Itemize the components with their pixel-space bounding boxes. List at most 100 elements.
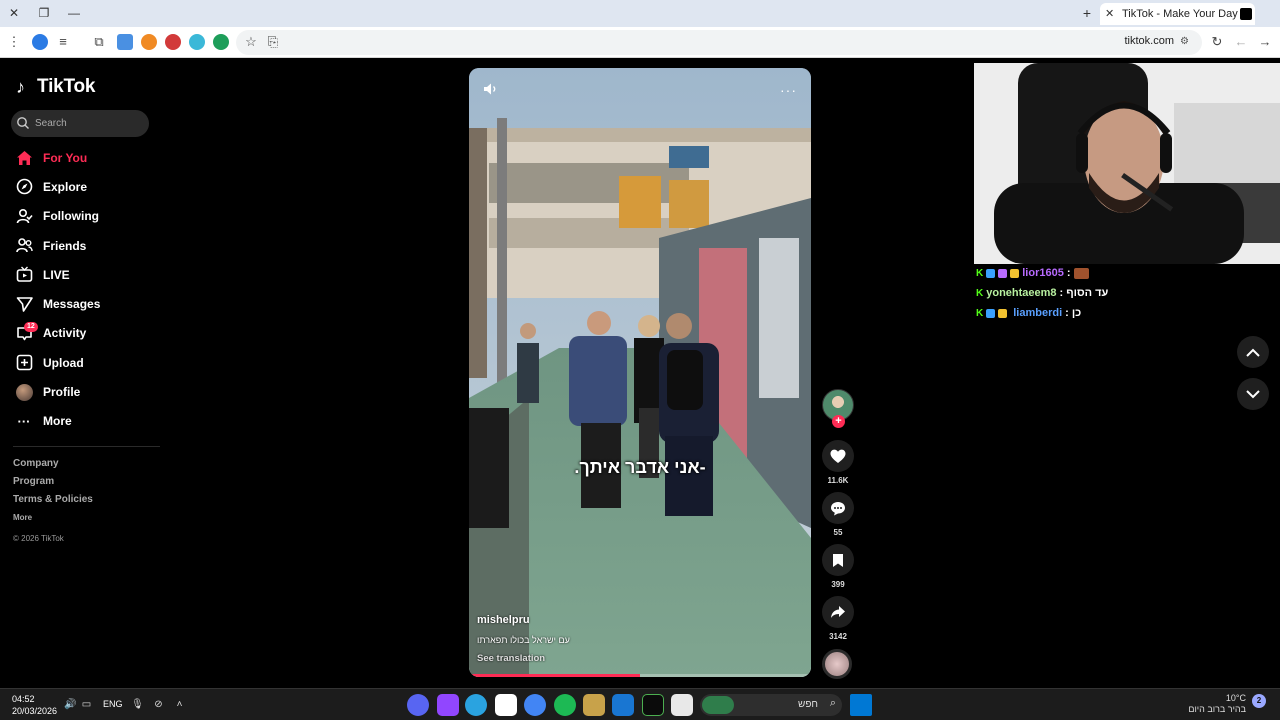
chevron-up-icon: [1246, 348, 1260, 357]
search-input[interactable]: [35, 115, 145, 132]
tiktok-logo[interactable]: ♪ TikTok: [16, 76, 95, 98]
video-progress-bar[interactable]: [472, 674, 808, 677]
microphone-tray-icon[interactable]: 🎙: [131, 698, 144, 711]
comment-icon[interactable]: [822, 492, 854, 524]
nav-activity[interactable]: 12 Activity: [15, 319, 165, 348]
previous-video-button[interactable]: [1237, 336, 1269, 368]
weather-widget[interactable]: 10°C בהיר ברוב היום: [1188, 693, 1246, 715]
share-action[interactable]: 3142: [822, 596, 854, 641]
nav-more[interactable]: ··· More: [15, 407, 165, 436]
chrome-app-icon[interactable]: [524, 694, 546, 716]
gem-badge-icon: [986, 308, 996, 318]
comment-action[interactable]: 55: [822, 492, 854, 537]
kick-badge-icon: K: [976, 307, 984, 319]
nav-profile[interactable]: Profile: [15, 377, 165, 406]
follow-plus-icon[interactable]: +: [832, 415, 845, 428]
bookmark-star-icon[interactable]: ☆: [242, 33, 260, 51]
home-icon: [15, 149, 33, 167]
like-count: 11.6K: [827, 476, 849, 485]
extension-green-icon[interactable]: [213, 34, 229, 50]
extension-red-icon[interactable]: [165, 34, 181, 50]
reading-list-icon[interactable]: ≡: [54, 33, 72, 51]
volume-tray-icon[interactable]: 🔊: [64, 698, 77, 711]
save-action[interactable]: 399: [822, 544, 854, 589]
obs-app-icon[interactable]: [583, 694, 605, 716]
start-windows-icon[interactable]: [850, 694, 872, 716]
tab-close-icon[interactable]: ✕: [1105, 3, 1114, 25]
install-app-icon[interactable]: ⎘: [264, 33, 282, 51]
taskbar-clock[interactable]: 04:52 20/03/2026: [12, 693, 57, 717]
heart-icon[interactable]: [822, 440, 854, 472]
address-bar[interactable]: ☆ ⎘ tiktok.com ⚙: [236, 30, 1202, 55]
site-settings-icon[interactable]: ⚙: [1180, 36, 1194, 49]
forward-icon[interactable]: ←: [1232, 33, 1250, 51]
tab-title: TikTok - Make Your Day: [1122, 8, 1238, 20]
nav-explore[interactable]: Explore: [15, 172, 165, 201]
notifications-off-tray-icon[interactable]: ⊘: [152, 698, 165, 711]
video-player[interactable]: ··· -אני אדבר איתך. mishelpru עם ישראל ב…: [469, 68, 811, 677]
nav-label: Activity: [43, 326, 87, 341]
spotify-app-icon[interactable]: [554, 694, 576, 716]
twitch-app-icon[interactable]: [437, 694, 459, 716]
nav-messages[interactable]: Messages: [15, 289, 165, 318]
nav-live[interactable]: LIVE: [15, 260, 165, 289]
video-more-icon[interactable]: ···: [780, 82, 797, 98]
discord-app-icon[interactable]: [407, 694, 429, 716]
network-tray-icon[interactable]: ▭: [80, 698, 93, 711]
stream-chat: K lior1605 : K yonehtaeem8 : עד הסוף K l…: [976, 263, 1108, 323]
profile-nav-icon: [15, 383, 33, 401]
new-tab-button[interactable]: +: [1078, 4, 1096, 22]
share-icon[interactable]: [822, 596, 854, 628]
chat-username: yonehtaeem8: [986, 287, 1057, 299]
browser-tab[interactable]: ✕ TikTok - Make Your Day: [1100, 3, 1255, 25]
menu-kebab-icon[interactable]: ⋮: [5, 33, 23, 51]
taskbar-search[interactable]: חפש ⌕: [700, 694, 842, 716]
chat-separator: :: [1059, 287, 1064, 299]
activity-badge: 12: [24, 321, 38, 332]
extension-orange-icon[interactable]: [141, 34, 157, 50]
profile-icon[interactable]: [32, 34, 48, 50]
friends-icon: [15, 237, 33, 255]
video-caption: -אני אדבר איתך.: [574, 457, 706, 477]
file-explorer-app-icon[interactable]: [671, 694, 693, 716]
nav-following[interactable]: Following: [15, 202, 165, 231]
volume-icon[interactable]: [483, 82, 499, 96]
nav-label: Following: [43, 209, 99, 224]
like-action[interactable]: 11.6K: [822, 440, 854, 485]
nav-friends[interactable]: Friends: [15, 231, 165, 260]
back-icon[interactable]: →: [1256, 33, 1274, 51]
taskbar-search-label: חפש: [798, 699, 818, 710]
see-translation-link[interactable]: See translation: [477, 653, 545, 664]
video-description: עם ישראל בכולו תפארתו: [477, 635, 570, 645]
gem-badge-icon: [986, 268, 996, 278]
nav-upload[interactable]: Upload: [15, 348, 165, 377]
store-app-icon[interactable]: [495, 694, 517, 716]
music-disc-icon[interactable]: [822, 649, 852, 679]
minimize-window-icon[interactable]: —: [64, 4, 84, 22]
restore-window-icon[interactable]: ❐: [34, 4, 54, 22]
chat-separator: :: [1066, 267, 1071, 279]
notification-count[interactable]: 2: [1252, 694, 1266, 708]
extension-cast-icon[interactable]: [117, 34, 133, 50]
terminal-app-icon[interactable]: [642, 694, 664, 716]
video-author[interactable]: mishelpru: [477, 614, 530, 626]
extension-translate-icon[interactable]: [189, 34, 205, 50]
sidebar-footer: Company Program Terms & Policies More © …: [13, 458, 93, 551]
footer-terms-link[interactable]: Terms & Policies: [13, 494, 93, 512]
footer-more-link[interactable]: More: [13, 512, 93, 532]
chevron-up-tray-icon[interactable]: ˄: [173, 698, 186, 711]
bookmark-icon[interactable]: [822, 544, 854, 576]
footer-program-link[interactable]: Program: [13, 476, 93, 494]
chevron-down-icon: [1246, 389, 1260, 398]
nav-for-you[interactable]: For You: [15, 143, 165, 172]
close-window-icon[interactable]: ✕: [4, 4, 24, 22]
next-video-button[interactable]: [1237, 378, 1269, 410]
clock-date: 20/03/2026: [12, 706, 58, 716]
telegram-app-icon[interactable]: [465, 694, 487, 716]
footer-company-link[interactable]: Company: [13, 458, 93, 476]
calculator-app-icon[interactable]: [612, 694, 634, 716]
extensions-icon[interactable]: ⧉: [90, 33, 108, 51]
search-box[interactable]: [11, 110, 149, 137]
reload-icon[interactable]: ↻: [1208, 33, 1226, 51]
language-indicator[interactable]: ENG: [103, 699, 123, 709]
